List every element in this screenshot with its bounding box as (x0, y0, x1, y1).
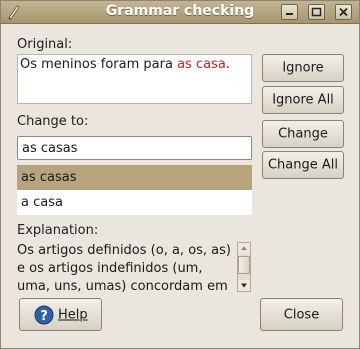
error-highlight: as casa (177, 57, 226, 72)
suggestion-item[interactable]: a casa (17, 190, 252, 215)
original-sentence: Os meninos foram para as casa. (20, 57, 230, 72)
explanation-line: Os artigos definidos (o, a, os, as) (17, 243, 231, 258)
scroll-thumb[interactable] (238, 256, 250, 274)
change-button[interactable]: Change (262, 120, 344, 148)
explanation-label: Explanation: (17, 223, 99, 238)
ignore-button[interactable]: Ignore (262, 54, 344, 82)
close-button[interactable]: Close (260, 298, 343, 331)
help-button-label: Help (58, 307, 88, 322)
original-text-view[interactable]: Os meninos foram para as casa. (17, 54, 252, 104)
grammar-dialog: Grammar checking Original: Os meninos fo… (0, 0, 360, 349)
close-icon (339, 7, 348, 17)
scroll-up-button[interactable] (238, 243, 250, 254)
change-button-label: Change (278, 126, 328, 142)
close-button-label: Close (283, 307, 320, 322)
maximize-icon (311, 7, 322, 17)
arrow-down-icon (241, 283, 247, 288)
explanation-text: Os artigos definidos (o, a, os, as) e os… (17, 242, 237, 292)
ignore-button-label: Ignore (282, 60, 324, 76)
original-text-after: . (225, 57, 230, 72)
change-to-label: Change to: (17, 114, 89, 129)
svg-text:?: ? (40, 309, 48, 324)
original-label: Original: (17, 37, 73, 52)
arrow-up-icon (241, 246, 247, 250)
suggestions-list[interactable]: as casas a casa (17, 165, 252, 215)
ignore-all-button[interactable]: Ignore All (262, 86, 344, 114)
ignore-all-button-label: Ignore All (272, 92, 334, 108)
close-window-button[interactable] (335, 4, 352, 20)
help-button[interactable]: ? Help (19, 298, 102, 331)
window-title: Grammar checking (105, 3, 255, 19)
suggestion-item-selected[interactable]: as casas (17, 165, 252, 190)
title-bar[interactable]: Grammar checking (1, 1, 359, 24)
change-all-button-label: Change All (267, 157, 339, 173)
explanation-line: e os artigos indefinidos (um, (17, 261, 203, 276)
original-text-before: Os meninos foram para (20, 57, 178, 72)
help-icon: ? (34, 305, 54, 325)
minimize-icon (286, 13, 293, 15)
scroll-down-button[interactable] (238, 280, 250, 291)
maximize-button[interactable] (308, 4, 325, 20)
minimize-button[interactable] (281, 4, 298, 20)
explanation-line: uma, uns, umas) concordam em (17, 279, 228, 292)
explanation-scrollbar[interactable] (237, 242, 251, 292)
change-all-button[interactable]: Change All (262, 151, 344, 179)
change-to-input[interactable] (17, 136, 252, 160)
